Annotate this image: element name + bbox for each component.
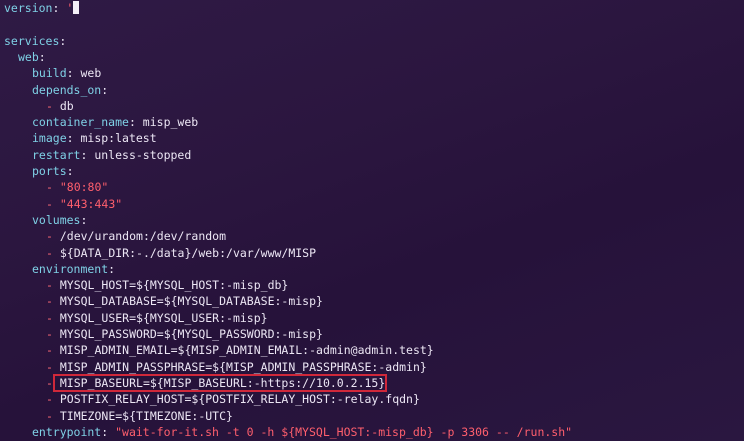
yaml-separator: : [59, 33, 67, 48]
yaml-key: depends_on [32, 82, 102, 97]
code-line[interactable]: - db [46, 98, 74, 114]
yaml-string: "80:80" [59, 180, 109, 195]
yaml-key: ports [32, 164, 67, 178]
yaml-value: MYSQL_USER=${MYSQL_USER:-misp} [59, 310, 268, 325]
code-line[interactable]: - TIMEZONE=${TIMEZONE:-UTC} [46, 408, 233, 424]
yaml-value: MYSQL_HOST=${MYSQL_HOST:-misp_db} [59, 278, 289, 293]
code-line[interactable]: - MYSQL_HOST=${MYSQL_HOST:-misp_db} [46, 277, 288, 293]
code-line-highlighted[interactable]: - MISP_BASEURL=${MISP_BASEURL:-https://1… [46, 375, 385, 391]
yaml-key: services [4, 33, 60, 48]
yaml-key: restart [32, 147, 81, 162]
yaml-value: MISP_ADMIN_PASSPHRASE=${MISP_ADMIN_PASSP… [59, 359, 427, 374]
code-line[interactable]: - MYSQL_USER=${MYSQL_USER:-misp} [46, 310, 268, 326]
yaml-separator: : [101, 82, 109, 97]
code-line[interactable]: ports: [32, 163, 74, 179]
yaml-key: container_name [32, 115, 129, 130]
yaml-separator: : [52, 1, 67, 15]
yaml-key: image [32, 131, 67, 146]
list-dash: - [46, 98, 60, 113]
code-line[interactable]: - "443:443" [46, 196, 122, 212]
code-line[interactable]: version: ' [4, 0, 80, 16]
yaml-value: ${DATA_DIR:-./data}/web:/var/www/MISP [59, 245, 317, 260]
code-line[interactable]: environment: [32, 261, 115, 277]
code-line[interactable]: volumes: [32, 212, 87, 228]
yaml-value: /dev/urandom:/dev/random [59, 229, 227, 244]
yaml-value: POSTFIX_RELAY_HOST=${POSTFIX_RELAY_HOST:… [59, 392, 420, 407]
code-line[interactable]: - POSTFIX_RELAY_HOST=${POSTFIX_RELAY_HOS… [46, 391, 420, 407]
yaml-separator: : [80, 212, 88, 227]
code-line[interactable]: - MYSQL_DATABASE=${MYSQL_DATABASE:-misp} [46, 293, 323, 309]
list-dash: - [46, 392, 60, 407]
code-line[interactable]: image: misp:latest [32, 130, 157, 146]
yaml-key: volumes [32, 212, 81, 227]
yaml-value: misp_web [142, 115, 199, 130]
code-line[interactable]: entrypoint: "wait-for-it.sh -t 0 -h ${MY… [32, 424, 572, 440]
list-dash: - [46, 245, 60, 260]
yaml-value: MISP_ADMIN_EMAIL=${MISP_ADMIN_EMAIL:-adm… [59, 343, 434, 358]
code-line[interactable]: build: web [32, 65, 101, 81]
code-line[interactable]: - "80:80" [46, 179, 108, 195]
yaml-key: build [32, 66, 67, 81]
code-line[interactable]: - MYSQL_PASSWORD=${MYSQL_PASSWORD:-misp} [46, 326, 323, 342]
yaml-value: MYSQL_PASSWORD=${MYSQL_PASSWORD:-misp} [59, 327, 323, 341]
yaml-string: "wait-for-it.sh -t 0 -h ${MYSQL_HOST:-mi… [115, 424, 573, 439]
list-dash: - [46, 310, 60, 325]
yaml-separator: : [38, 49, 46, 64]
code-line[interactable]: container_name: misp_web [32, 114, 198, 130]
code-line[interactable]: - /dev/urandom:/dev/random [46, 228, 226, 244]
list-dash: - [46, 278, 60, 293]
yaml-separator: : [66, 66, 81, 81]
yaml-separator: : [128, 115, 143, 130]
yaml-string: "443:443" [59, 196, 123, 211]
list-dash: - [46, 343, 60, 358]
yaml-separator: : [101, 424, 116, 439]
yaml-value: TIMEZONE=${TIMEZONE:-UTC} [59, 408, 233, 423]
yaml-value: misp:latest [80, 131, 157, 146]
text-cursor [73, 1, 80, 14]
yaml-separator: : [108, 261, 116, 276]
code-line[interactable]: services: [4, 33, 66, 49]
yaml-value: MYSQL_DATABASE=${MYSQL_DATABASE:-misp} [59, 294, 323, 309]
yaml-editor[interactable]: version: ' services: web: build: web depends… [0, 0, 744, 441]
list-dash: - [46, 408, 60, 423]
code-line[interactable]: restart: unless-stopped [32, 147, 191, 163]
list-dash: - [46, 359, 60, 374]
yaml-separator: : [66, 164, 74, 178]
list-dash: - [46, 196, 60, 211]
code-line[interactable]: - MISP_ADMIN_EMAIL=${MISP_ADMIN_EMAIL:-a… [46, 342, 434, 358]
list-dash: - [46, 294, 60, 309]
yaml-key: environment [32, 261, 109, 276]
yaml-key: web [18, 49, 39, 64]
yaml-value: web [80, 66, 102, 81]
list-dash: - [46, 375, 60, 390]
code-line[interactable]: - MISP_ADMIN_PASSPHRASE=${MISP_ADMIN_PAS… [46, 359, 427, 375]
list-dash: - [46, 327, 60, 341]
yaml-key: version [4, 1, 53, 15]
yaml-key: entrypoint [32, 424, 102, 439]
yaml-value: db [59, 98, 74, 113]
code-line[interactable]: - ${DATA_DIR:-./data}/web:/var/www/MISP [46, 245, 316, 261]
yaml-value: unless-stopped [94, 147, 192, 162]
yaml-separator: : [66, 131, 81, 146]
yaml-separator: : [80, 147, 95, 162]
code-line[interactable]: depends_on: [32, 82, 108, 98]
list-dash: - [46, 180, 60, 195]
code-line[interactable]: web: [18, 49, 46, 65]
yaml-string: ' [66, 1, 74, 15]
yaml-value: MISP_BASEURL=${MISP_BASEURL:-https://10.… [59, 375, 386, 390]
list-dash: - [46, 229, 60, 244]
